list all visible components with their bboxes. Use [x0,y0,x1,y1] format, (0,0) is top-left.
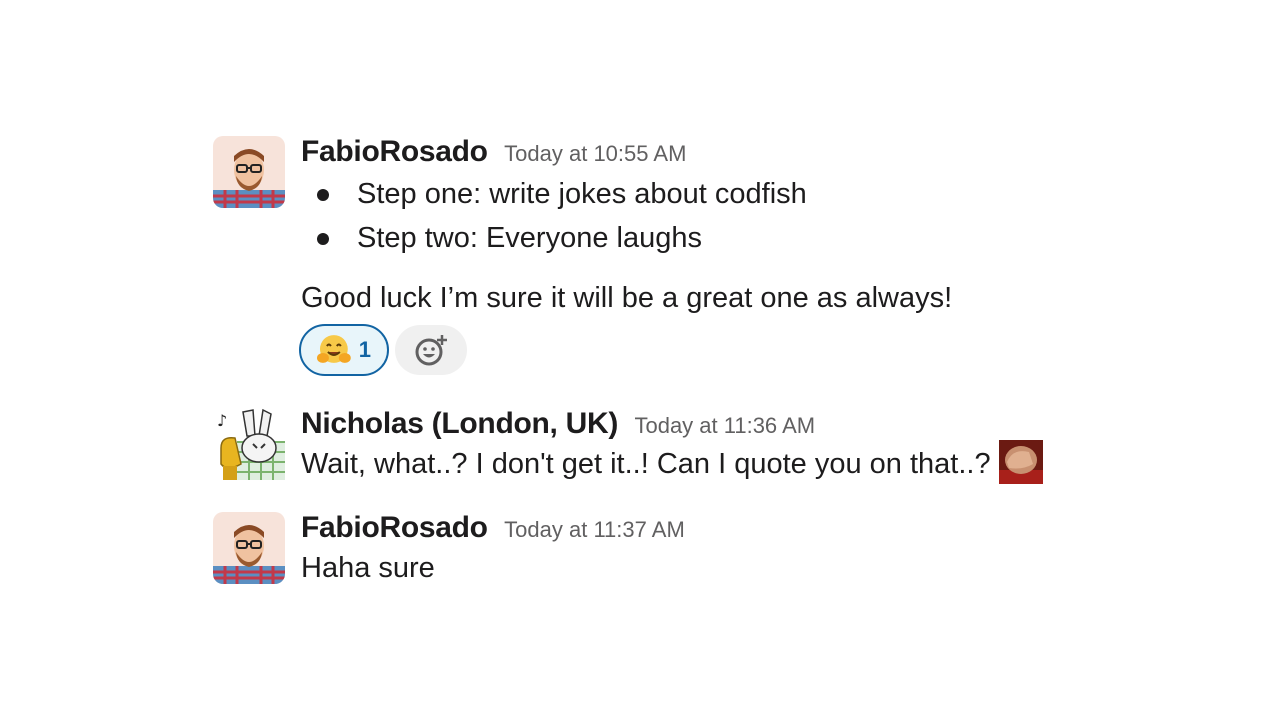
man-with-glasses-avatar-icon [213,512,285,584]
author-name[interactable]: FabioRosado [301,511,488,544]
message-body: Nicholas (London, UK) Today at 11:36 AM … [301,408,1101,487]
svg-text:♪: ♪ [217,411,227,430]
timestamp[interactable]: Today at 11:36 AM [634,413,815,438]
facepalm-custom-emoji-icon [998,440,1043,485]
hugging-face-icon [317,335,351,363]
avatar[interactable] [213,512,285,584]
reaction-count: 1 [358,337,371,362]
add-reaction-button[interactable] [395,325,467,375]
message-text: Wait, what..? I don't get it..! Can I qu… [301,448,991,480]
message-text: Good luck I’m sure it will be a great on… [301,282,953,314]
message-text: Haha sure [301,552,435,584]
reaction-bar: 1 [299,324,1101,376]
timestamp[interactable]: Today at 11:37 AM [504,517,685,542]
list-item: Step one: write jokes about codfish [301,172,1101,216]
rabbit-with-tuba-avatar-icon: ♪ [213,408,285,480]
bullet-list: Step one: write jokes about codfish Step… [301,172,1101,260]
message-body: FabioRosado Today at 10:55 AM Step one: … [299,136,1101,376]
add-emoji-icon [415,335,447,366]
avatar[interactable] [213,136,285,208]
message-header: FabioRosado Today at 10:55 AM [301,136,1101,168]
message-body: FabioRosado Today at 11:37 AM Haha sure [301,512,1101,590]
bullet-dot [317,189,329,201]
author-name[interactable]: Nicholas (London, UK) [301,407,618,440]
author-name[interactable]: FabioRosado [301,135,488,168]
message-header: Nicholas (London, UK) Today at 11:36 AM [301,408,1101,440]
message-header: FabioRosado Today at 11:37 AM [301,512,1101,544]
message-text-row: Wait, what..? I don't get it..! Can I qu… [301,440,1101,487]
reaction-pill[interactable]: 1 [299,324,389,376]
list-item: Step two: Everyone laughs [301,216,1101,260]
list-item-text: Step two: Everyone laughs [357,222,702,254]
man-with-glasses-avatar-icon [213,136,285,208]
avatar[interactable]: ♪ [213,408,285,480]
timestamp[interactable]: Today at 10:55 AM [504,141,686,166]
bullet-dot [317,233,329,245]
list-item-text: Step one: write jokes about codfish [357,178,807,210]
